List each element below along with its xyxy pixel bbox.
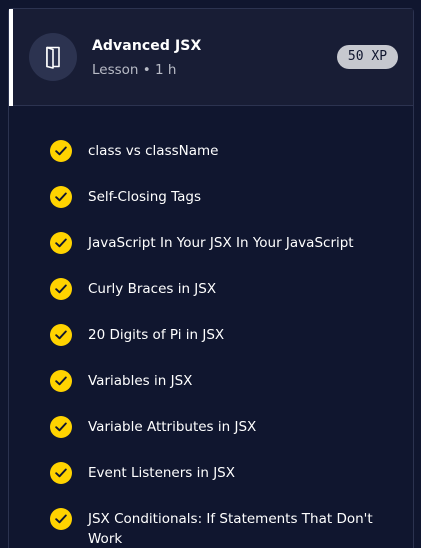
book-icon-glyph: [46, 46, 60, 69]
check-circle-icon: [50, 370, 72, 392]
item-label: Self-Closing Tags: [88, 189, 202, 205]
check-circle-icon: [50, 278, 72, 300]
item-label: Variable Attributes in JSX: [88, 419, 257, 435]
check-circle-icon: [50, 186, 72, 208]
lesson-header[interactable]: Advanced JSX Lesson • 1 h 50 XP: [9, 9, 413, 106]
item-label: JSX Conditionals: If Statements That Don…: [88, 511, 373, 547]
item-label: Variables in JSX: [88, 373, 193, 389]
item-label: Event Listeners in JSX: [88, 465, 236, 481]
lesson-meta: Lesson • 1 h: [92, 62, 177, 78]
item-label: JavaScript In Your JSX In Your JavaScrip…: [88, 235, 354, 251]
check-circle-icon: [50, 462, 72, 484]
check-circle-icon: [50, 232, 72, 254]
item-label: 20 Digits of Pi in JSX: [88, 327, 225, 343]
lesson-card: Advanced JSX Lesson • 1 h 50 XP class vs…: [8, 8, 414, 548]
item-label: Curly Braces in JSX: [88, 281, 217, 297]
check-circle-icon: [50, 416, 72, 438]
lesson-title: Advanced JSX: [92, 38, 202, 54]
book-icon: [29, 33, 77, 81]
xp-badge: 50 XP: [337, 45, 398, 69]
check-circle-icon: [50, 324, 72, 346]
check-circle-icon: [50, 140, 72, 162]
check-circle-icon: [50, 508, 72, 530]
active-indicator: [9, 9, 13, 106]
item-label: class vs className: [88, 143, 219, 159]
